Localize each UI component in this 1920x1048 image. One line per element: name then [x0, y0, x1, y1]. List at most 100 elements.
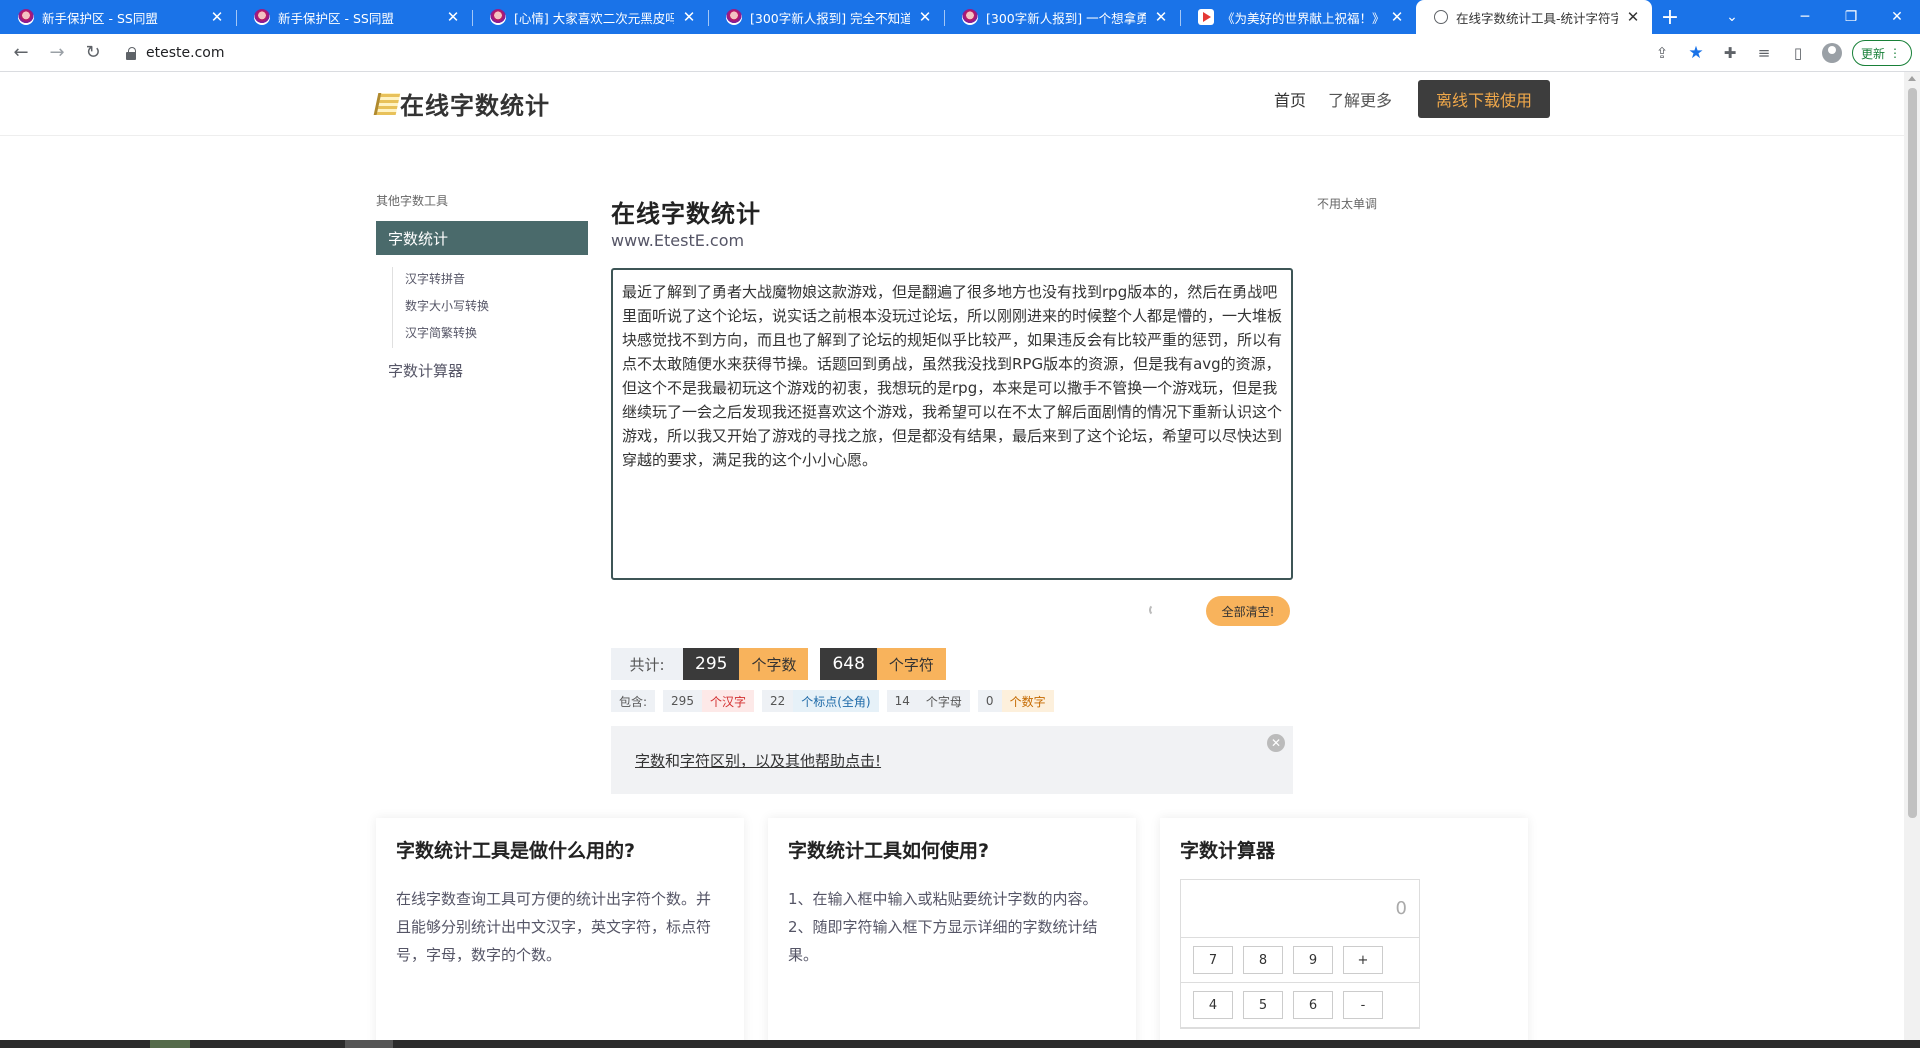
punct-count: 22: [769, 694, 786, 708]
calc-key-7[interactable]: 7: [1193, 946, 1233, 974]
forward-arrow-icon[interactable]: →: [42, 38, 72, 68]
letter-unit: 个字母: [917, 690, 970, 712]
calc-key-4[interactable]: 4: [1193, 991, 1233, 1019]
restore-icon[interactable]: ❐: [1828, 0, 1874, 34]
sidebar-item-word-count[interactable]: 字数统计: [376, 221, 588, 255]
browser-tab[interactable]: 《为美好的世界献上祝福！》面 ✕: [1180, 0, 1416, 34]
calc-key-8[interactable]: 8: [1243, 946, 1283, 974]
close-icon[interactable]: ✕: [1624, 8, 1642, 26]
sidebar-item-simplified-traditional[interactable]: 汉字简繁转换: [405, 321, 588, 348]
card-step-2: 2、随即字符输入框下方显示详细的字数统计结果。: [788, 918, 1098, 964]
window-controls: ⌄ ─ ❐ ✕: [1726, 0, 1920, 34]
minimize-icon[interactable]: ─: [1782, 0, 1828, 34]
side-panel-icon[interactable]: ▯: [1784, 39, 1812, 67]
forum-icon: [490, 9, 506, 25]
reading-list-icon[interactable]: ≡: [1750, 39, 1778, 67]
browser-tab[interactable]: 新手保护区 - SS同盟 ✕: [236, 0, 472, 34]
total-label: 共计:: [611, 648, 683, 680]
close-icon[interactable]: ✕: [444, 8, 462, 26]
logo-text: 在线字数统计: [400, 92, 550, 120]
calc-key-6[interactable]: 6: [1293, 991, 1333, 1019]
toolbar-actions: ⇪ ★ ✚ ≡ ▯ 更新 ⋮: [1648, 38, 1912, 68]
taskbar-item[interactable]: [345, 1040, 393, 1048]
loading-spinner-icon: [1149, 604, 1161, 616]
address-bar[interactable]: eteste.com: [118, 38, 1678, 68]
sidebar-title: 其他字数工具: [376, 194, 449, 208]
browser-tab[interactable]: [300字新人报到] 完全不知道这 ✕: [708, 0, 944, 34]
site-header: 在线字数统计 首页 了解更多 离线下载使用: [0, 72, 1904, 136]
sidebar-item-calculator[interactable]: 字数计算器: [388, 360, 588, 381]
download-button[interactable]: 离线下载使用: [1418, 80, 1550, 118]
taskbar-item[interactable]: [150, 1040, 190, 1048]
new-tab-button[interactable]: +: [1652, 0, 1688, 34]
back-arrow-icon[interactable]: ←: [6, 38, 36, 68]
card-title: 字数统计工具是做什么用的?: [396, 840, 636, 862]
help-text-chars: 字符: [680, 751, 711, 770]
calc-key-9[interactable]: 9: [1293, 946, 1333, 974]
right-note[interactable]: 不用太单调: [1317, 195, 1377, 212]
card-purpose: 字数统计工具是做什么用的? 在线字数查询工具可方便的统计出字符个数。并且能够分别…: [376, 818, 744, 1048]
card-howto: 字数统计工具如何使用? 1、在输入框中输入或粘贴要统计字数的内容。 2、随即字符…: [768, 818, 1136, 1048]
forum-icon: [726, 9, 742, 25]
close-icon[interactable]: ✕: [1388, 8, 1406, 26]
close-icon[interactable]: ✕: [916, 8, 934, 26]
punct-unit: 个标点(全角): [793, 690, 879, 712]
calc-key-plus[interactable]: +: [1343, 946, 1383, 974]
extensions-icon[interactable]: ✚: [1716, 39, 1744, 67]
punct-count-badge: 22 个标点(全角): [761, 690, 879, 712]
breakdown-stats: 包含: 295 个汉字 22 个标点(全角) 14 个字母 0 个数字: [611, 690, 1293, 712]
update-button[interactable]: 更新 ⋮: [1851, 40, 1912, 66]
page-scrollbar[interactable]: [1904, 72, 1920, 1048]
globe-icon: [1434, 10, 1448, 24]
bookmark-star-icon[interactable]: ★: [1682, 39, 1710, 67]
text-input[interactable]: 最近了解到了勇者大战魔物娘这款游戏，但是翻遍了很多地方也没有找到rpg版本的，然…: [611, 268, 1293, 580]
hanzi-count-badge: 295 个汉字: [663, 690, 754, 712]
forum-icon: [962, 9, 978, 25]
browser-tab[interactable]: [300字新人报到] 一个想拿勇者 ✕: [944, 0, 1180, 34]
help-link[interactable]: 字数和字符区别，以及其他帮助点击!: [635, 750, 881, 771]
calc-key-5[interactable]: 5: [1243, 991, 1283, 1019]
calculator-row: 7 8 9 +: [1181, 938, 1419, 983]
scrollbar-thumb[interactable]: [1908, 88, 1917, 818]
close-icon[interactable]: ✕: [1152, 8, 1170, 26]
reload-icon[interactable]: ↻: [78, 38, 108, 68]
word-count-value: 295: [683, 648, 740, 680]
nav-home-link[interactable]: 首页: [1274, 87, 1306, 111]
close-icon[interactable]: ✕: [208, 8, 226, 26]
browser-tab[interactable]: 新手保护区 - SS同盟 ✕: [0, 0, 236, 34]
sidebar: 其他字数工具 字数统计 汉字转拼音 数字大小写转换 汉字简繁转换 字数计算器: [376, 192, 588, 381]
total-stats: 共计: 295 个字数 648 个字符: [611, 648, 1293, 680]
clear-all-button[interactable]: 全部清空!: [1206, 596, 1290, 626]
profile-button[interactable]: [1818, 39, 1846, 67]
lock-icon[interactable]: [124, 46, 138, 60]
help-text-and: 和: [665, 751, 681, 770]
share-icon[interactable]: ⇪: [1648, 39, 1676, 67]
sidebar-item-pinyin[interactable]: 汉字转拼音: [405, 267, 588, 294]
char-count-unit: 个字符: [876, 648, 946, 680]
nav-more-link[interactable]: 了解更多: [1328, 87, 1392, 111]
close-icon[interactable]: ✕: [680, 8, 698, 26]
web-page: 在线字数统计 首页 了解更多 离线下载使用 其他字数工具 字数统计 汉字转拼音 …: [0, 72, 1904, 1048]
chevron-down-icon[interactable]: ⌄: [1712, 0, 1752, 34]
card-body: 在线字数查询工具可方便的统计出字符个数。并且能够分别统计出中文汉字，英文字符，标…: [396, 890, 712, 964]
help-banner: 字数和字符区别，以及其他帮助点击! ✕: [611, 726, 1293, 794]
avatar: [1821, 43, 1842, 63]
video-icon: [1198, 9, 1214, 25]
window-close-icon[interactable]: ✕: [1874, 0, 1920, 34]
card-title: 字数计算器: [1180, 840, 1276, 862]
hanzi-count: 295: [671, 694, 694, 708]
browser-tab[interactable]: [心情] 大家喜欢二次元黑皮吗 - ✕: [472, 0, 708, 34]
notepad-icon: [373, 92, 401, 115]
calc-key-minus[interactable]: -: [1343, 991, 1383, 1019]
sidebar-sublist: 汉字转拼音 数字大小写转换 汉字简繁转换: [392, 267, 588, 348]
site-logo[interactable]: 在线字数统计: [373, 86, 550, 121]
word-count-unit: 个字数: [739, 648, 809, 680]
sidebar-item-number-case[interactable]: 数字大小写转换: [405, 294, 588, 321]
scroll-up-arrow-icon[interactable]: [1908, 76, 1916, 81]
close-icon[interactable]: ✕: [1267, 734, 1285, 752]
forum-icon: [254, 9, 270, 25]
hanzi-unit: 个汉字: [701, 690, 754, 712]
tab-title: 在线字数统计工具-统计字符字: [1456, 10, 1618, 26]
tab-title: [心情] 大家喜欢二次元黑皮吗 -: [514, 10, 674, 26]
browser-tab-active[interactable]: 在线字数统计工具-统计字符字 ✕: [1416, 0, 1652, 34]
